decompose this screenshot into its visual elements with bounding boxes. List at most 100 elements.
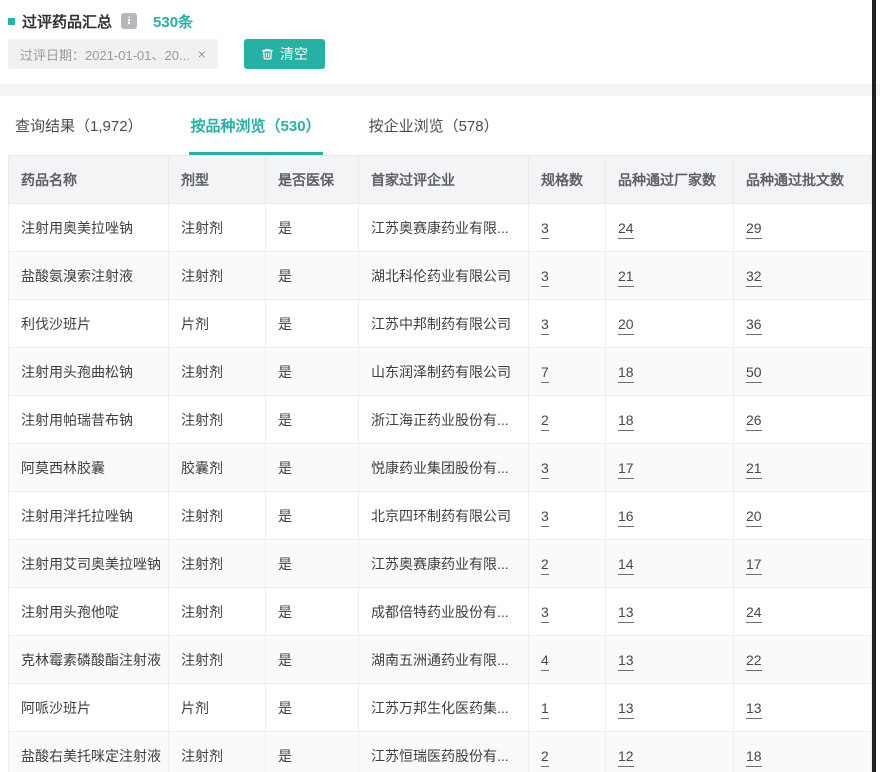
- spec-count-link[interactable]: 3: [541, 604, 549, 623]
- date-filter-label: 过评日期：2021-01-01、20...: [20, 45, 190, 64]
- approval-count-link[interactable]: 50: [746, 364, 762, 383]
- approval-count-link[interactable]: 13: [746, 700, 762, 719]
- manufacturer-count-link[interactable]: 12: [618, 748, 634, 767]
- spec-count-link[interactable]: 3: [541, 220, 549, 239]
- approval-count-link[interactable]: 22: [746, 652, 762, 671]
- manufacturer-count-link[interactable]: 21: [618, 268, 634, 287]
- tab-query-results[interactable]: 查询结果（1,972）: [13, 96, 145, 155]
- cell-spec-count: 3: [529, 492, 606, 540]
- cell-form: 注射剂: [169, 252, 266, 300]
- cell-spec-count: 1: [529, 684, 606, 732]
- cell-first-company: 江苏奥赛康药业有限...: [359, 204, 529, 252]
- approval-count-link[interactable]: 17: [746, 556, 762, 575]
- spec-count-link[interactable]: 1: [541, 700, 549, 719]
- table-row: 注射用泮托拉唑钠注射剂是北京四环制药有限公司31620: [9, 492, 872, 540]
- cell-name: 注射用艾司奥美拉唑钠: [9, 540, 169, 588]
- info-icon[interactable]: i: [121, 13, 137, 29]
- cell-manufacturer-count: 13: [606, 588, 734, 636]
- cell-name: 注射用奥美拉唑钠: [9, 204, 169, 252]
- section-separator: [0, 84, 880, 96]
- spec-count-link[interactable]: 4: [541, 652, 549, 671]
- approval-count-link[interactable]: 26: [746, 412, 762, 431]
- cell-spec-count: 3: [529, 300, 606, 348]
- tab-by-company[interactable]: 按企业浏览（578）: [367, 96, 501, 155]
- approval-count-link[interactable]: 36: [746, 316, 762, 335]
- manufacturer-count-link[interactable]: 16: [618, 508, 634, 527]
- spec-count-link[interactable]: 2: [541, 412, 549, 431]
- cell-form: 胶囊剂: [169, 444, 266, 492]
- spec-count-link[interactable]: 2: [541, 748, 549, 767]
- cell-form: 片剂: [169, 684, 266, 732]
- cell-spec-count: 3: [529, 204, 606, 252]
- cell-name: 克林霉素磷酸酯注射液: [9, 636, 169, 684]
- manufacturer-count-link[interactable]: 14: [618, 556, 634, 575]
- cell-name: 注射用泮托拉唑钠: [9, 492, 169, 540]
- cell-first-company: 浙江海正药业股份有...: [359, 396, 529, 444]
- cell-insured: 是: [266, 540, 359, 588]
- cell-name: 盐酸氨溴索注射液: [9, 252, 169, 300]
- manufacturer-count-link[interactable]: 13: [618, 604, 634, 623]
- approval-count-link[interactable]: 20: [746, 508, 762, 527]
- cell-insured: 是: [266, 636, 359, 684]
- cell-approval-count: 36: [734, 300, 872, 348]
- cell-first-company: 北京四环制药有限公司: [359, 492, 529, 540]
- cell-first-company: 成都倍特药业股份有...: [359, 588, 529, 636]
- result-count-badge: 530条: [153, 11, 193, 32]
- cell-spec-count: 4: [529, 636, 606, 684]
- cell-approval-count: 17: [734, 540, 872, 588]
- cell-insured: 是: [266, 252, 359, 300]
- manufacturer-count-link[interactable]: 13: [618, 700, 634, 719]
- manufacturer-count-link[interactable]: 13: [618, 652, 634, 671]
- manufacturer-count-link[interactable]: 20: [618, 316, 634, 335]
- manufacturer-count-link[interactable]: 24: [618, 220, 634, 239]
- cell-manufacturer-count: 24: [606, 204, 734, 252]
- cell-approval-count: 13: [734, 684, 872, 732]
- cell-approval-count: 26: [734, 396, 872, 444]
- table-row: 利伐沙班片片剂是江苏中邦制药有限公司32036: [9, 300, 872, 348]
- spec-count-link[interactable]: 3: [541, 508, 549, 527]
- table-row: 注射用帕瑞昔布钠注射剂是浙江海正药业股份有...21826: [9, 396, 872, 444]
- summary-header: 过评药品汇总 i 530条: [8, 10, 880, 32]
- table-row: 盐酸右美托咪定注射液注射剂是江苏恒瑞医药股份有...21218: [9, 732, 872, 772]
- cell-spec-count: 2: [529, 396, 606, 444]
- filter-bar: 过评日期：2021-01-01、20... × 清空: [8, 39, 880, 69]
- cell-approval-count: 24: [734, 588, 872, 636]
- date-filter-chip[interactable]: 过评日期：2021-01-01、20... ×: [8, 39, 218, 69]
- manufacturer-count-link[interactable]: 18: [618, 412, 634, 431]
- table-row: 注射用奥美拉唑钠注射剂是江苏奥赛康药业有限...32429: [9, 204, 872, 252]
- table-header-row: 药品名称剂型是否医保首家过评企业规格数品种通过厂家数品种通过批文数: [9, 156, 872, 204]
- cell-form: 注射剂: [169, 540, 266, 588]
- spec-count-link[interactable]: 3: [541, 316, 549, 335]
- spec-count-link[interactable]: 3: [541, 268, 549, 287]
- spec-count-link[interactable]: 2: [541, 556, 549, 575]
- tab-by-variety[interactable]: 按品种浏览（530）: [189, 96, 323, 155]
- spec-count-link[interactable]: 7: [541, 364, 549, 383]
- manufacturer-count-link[interactable]: 18: [618, 364, 634, 383]
- clear-button[interactable]: 清空: [244, 39, 325, 69]
- table-row: 注射用头孢他啶注射剂是成都倍特药业股份有...31324: [9, 588, 872, 636]
- cell-form: 注射剂: [169, 396, 266, 444]
- chip-close-icon[interactable]: ×: [198, 47, 206, 61]
- cell-approval-count: 18: [734, 732, 872, 772]
- cell-insured: 是: [266, 348, 359, 396]
- approval-count-link[interactable]: 29: [746, 220, 762, 239]
- spec-count-link[interactable]: 3: [541, 460, 549, 479]
- trash-icon: [261, 47, 274, 61]
- approval-count-link[interactable]: 21: [746, 460, 762, 479]
- approval-count-link[interactable]: 18: [746, 748, 762, 767]
- drug-summary-table: 药品名称剂型是否医保首家过评企业规格数品种通过厂家数品种通过批文数 注射用奥美拉…: [8, 155, 872, 772]
- cell-name: 阿莫西林胶囊: [9, 444, 169, 492]
- cell-manufacturer-count: 16: [606, 492, 734, 540]
- cell-manufacturer-count: 17: [606, 444, 734, 492]
- approval-count-link[interactable]: 32: [746, 268, 762, 287]
- cell-manufacturer-count: 13: [606, 636, 734, 684]
- manufacturer-count-link[interactable]: 17: [618, 460, 634, 479]
- cell-spec-count: 2: [529, 540, 606, 588]
- cell-approval-count: 20: [734, 492, 872, 540]
- cell-insured: 是: [266, 684, 359, 732]
- approval-count-link[interactable]: 24: [746, 604, 762, 623]
- column-header: 剂型: [169, 156, 266, 204]
- cell-name: 注射用头孢曲松钠: [9, 348, 169, 396]
- cell-spec-count: 2: [529, 732, 606, 772]
- cell-insured: 是: [266, 492, 359, 540]
